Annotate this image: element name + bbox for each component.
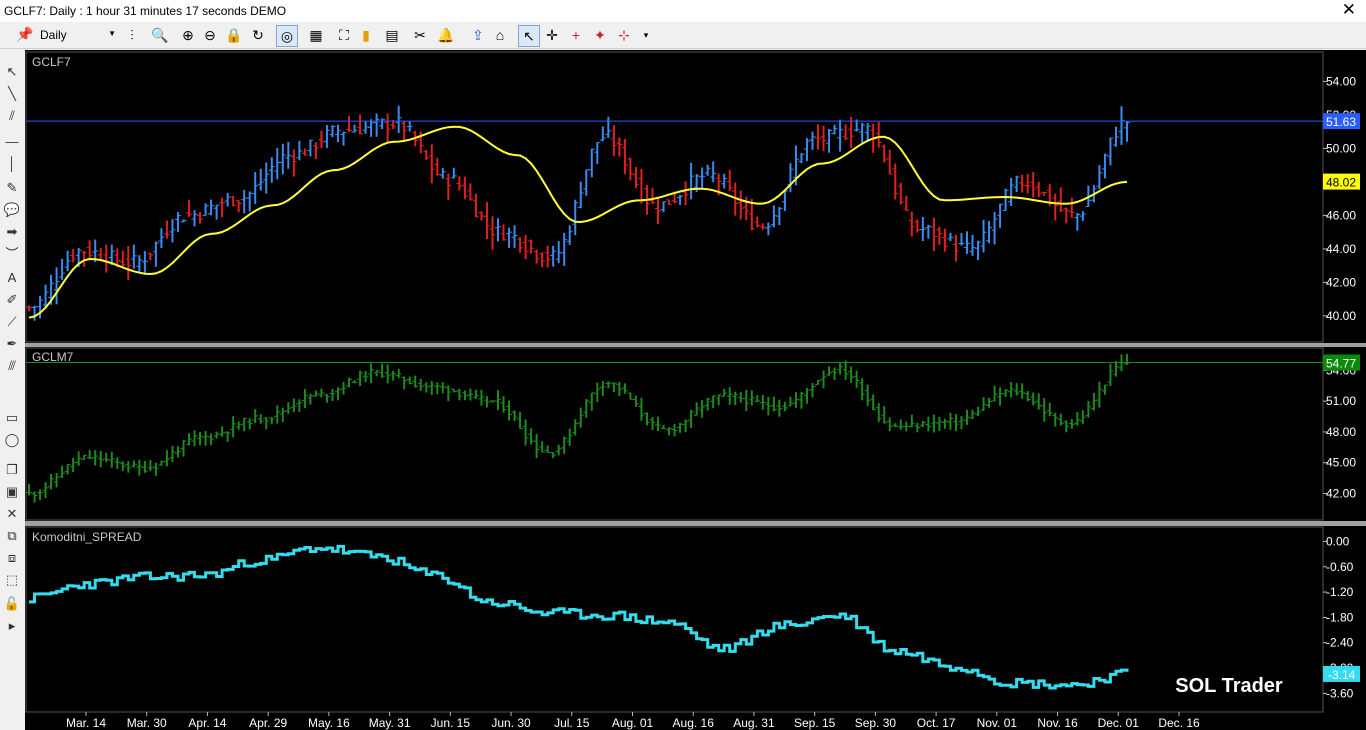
pane-separator[interactable] — [25, 521, 1366, 526]
ma-badge-label: 48.02 — [1326, 176, 1356, 190]
x-tick-label: Apr. 14 — [188, 716, 226, 730]
y-tick-label: 40.00 — [1326, 309, 1356, 323]
pane-title-spread: Komoditni_SPREAD — [32, 530, 142, 544]
y-tick-label: -3.60 — [1326, 686, 1354, 700]
price-badge-label: 51.63 — [1326, 115, 1356, 129]
y-tick-label: 51.00 — [1326, 394, 1356, 408]
x-tick-label: Aug. 01 — [612, 716, 654, 730]
y-tick-label: 48.00 — [1326, 425, 1356, 439]
x-tick-label: Nov. 16 — [1037, 716, 1078, 730]
chart-background — [25, 50, 1366, 713]
pane-title-gclf7: GCLF7 — [32, 55, 71, 69]
x-tick-label: Sep. 30 — [855, 716, 897, 730]
price-badge-label: 54.77 — [1326, 357, 1356, 371]
x-tick-label: Dec. 16 — [1158, 716, 1200, 730]
y-tick-label: 54.00 — [1326, 74, 1356, 88]
spread-badge-label: -3.14 — [1328, 668, 1356, 682]
pane-title-gclm7: GCLM7 — [32, 350, 74, 364]
x-tick-label: Nov. 01 — [977, 716, 1018, 730]
y-tick-label: 42.00 — [1326, 486, 1356, 500]
chart-area: GCLF740.0042.0044.0046.0048.0050.0052.00… — [25, 50, 1366, 730]
y-tick-label: -0.60 — [1326, 560, 1354, 574]
x-tick-label: Jun. 15 — [431, 716, 471, 730]
y-tick-label: 0.00 — [1326, 534, 1350, 548]
y-tick-label: -2.40 — [1326, 636, 1354, 650]
x-tick-label: Jun. 30 — [491, 716, 531, 730]
y-tick-label: 45.00 — [1326, 456, 1356, 470]
watermark-text: SOL Trader — [1175, 675, 1283, 697]
x-tick-label: Mar. 30 — [127, 716, 167, 730]
x-tick-label: Aug. 31 — [733, 716, 775, 730]
x-tick-label: May. 31 — [369, 716, 411, 730]
x-tick-label: Oct. 17 — [917, 716, 956, 730]
y-tick-label: -1.80 — [1326, 610, 1354, 624]
x-tick-label: Apr. 29 — [249, 716, 287, 730]
x-tick-label: Dec. 01 — [1098, 716, 1140, 730]
y-tick-label: 46.00 — [1326, 208, 1356, 222]
pane-separator[interactable] — [25, 343, 1366, 347]
x-tick-label: Mar. 14 — [66, 716, 106, 730]
x-tick-label: Sep. 15 — [794, 716, 836, 730]
y-tick-label: 50.00 — [1326, 141, 1356, 155]
x-tick-label: May. 16 — [308, 716, 350, 730]
y-tick-label: 44.00 — [1326, 242, 1356, 256]
y-tick-label: 42.00 — [1326, 275, 1356, 289]
x-tick-label: Jul. 15 — [554, 716, 590, 730]
y-tick-label: -1.20 — [1326, 585, 1354, 599]
x-tick-label: Aug. 16 — [673, 716, 715, 730]
